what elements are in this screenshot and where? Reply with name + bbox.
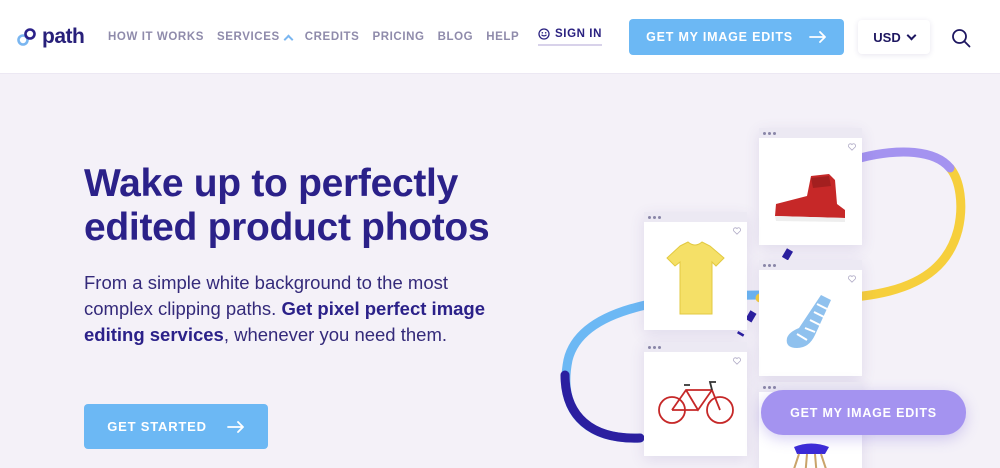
get-image-edits-floating-button[interactable]: GET MY IMAGE EDITS <box>761 390 966 435</box>
product-card <box>759 260 862 376</box>
hero-headline: Wake up to perfectly edited product phot… <box>84 162 490 249</box>
currency-value: USD <box>873 29 901 45</box>
hero-subtext: From a simple white background to the mo… <box>84 270 504 348</box>
get-started-button[interactable]: GET STARTED <box>84 404 268 449</box>
currency-selector[interactable]: USD <box>858 20 930 54</box>
get-image-edits-floating-label: GET MY IMAGE EDITS <box>790 405 937 420</box>
nav-services[interactable]: SERVICES <box>217 31 294 44</box>
yellow-tshirt-icon <box>666 241 725 315</box>
heart-icon[interactable] <box>733 227 741 235</box>
hero-subtext-part2: , whenever you need them. <box>223 324 448 345</box>
striped-sock-icon <box>786 295 831 348</box>
path-logo-icon <box>17 28 36 46</box>
sign-in-link[interactable]: SIGN IN <box>538 28 603 46</box>
user-icon <box>538 28 550 40</box>
sign-in-label: SIGN IN <box>555 28 603 40</box>
chevron-down-icon <box>906 30 917 40</box>
logo[interactable]: path <box>16 25 85 49</box>
product-card <box>644 342 747 456</box>
heart-icon[interactable] <box>733 357 741 365</box>
arrow-right-icon <box>809 31 826 43</box>
logo-text: path <box>42 25 85 48</box>
get-started-label: GET STARTED <box>107 419 207 434</box>
heart-icon[interactable] <box>848 275 856 283</box>
get-image-edits-button[interactable]: GET MY IMAGE EDITS <box>629 19 844 55</box>
product-card <box>759 128 862 245</box>
get-image-edits-label: GET MY IMAGE EDITS <box>646 30 793 44</box>
red-bicycle-icon <box>658 381 734 424</box>
nav-how-it-works[interactable]: HOW IT WORKS <box>108 31 204 43</box>
nav-credits[interactable]: CREDITS <box>305 31 360 43</box>
search-icon[interactable] <box>951 28 971 48</box>
product-card <box>644 212 747 330</box>
nav-links: HOW IT WORKS SERVICES CREDITS PRICING BL… <box>108 31 532 44</box>
heart-icon[interactable] <box>848 143 856 151</box>
nav-blog[interactable]: BLOG <box>438 31 474 43</box>
red-sneaker-icon <box>775 174 845 222</box>
arrow-right-icon <box>226 420 244 433</box>
nav-help[interactable]: HELP <box>486 31 519 43</box>
chevron-up-icon <box>283 34 294 44</box>
top-navigation: path HOW IT WORKS SERVICES CREDITS PRICI… <box>0 0 1000 74</box>
nav-services-label: SERVICES <box>217 31 280 43</box>
nav-pricing[interactable]: PRICING <box>372 31 424 43</box>
